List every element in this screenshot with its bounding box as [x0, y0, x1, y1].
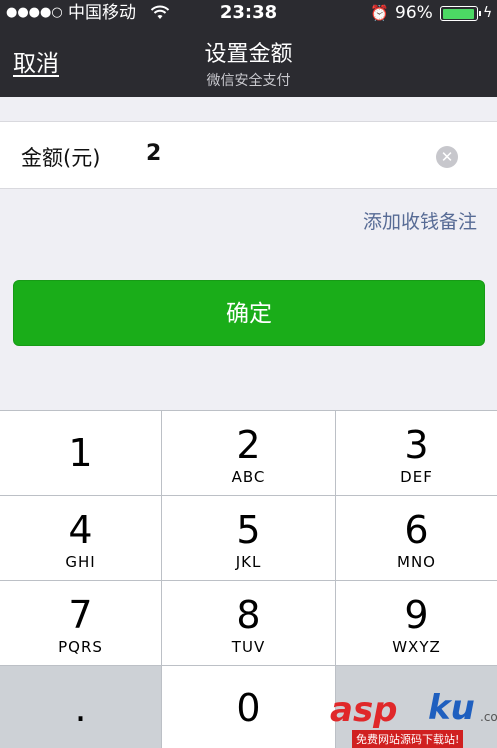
battery-percent: 96%	[395, 3, 433, 23]
clear-input-icon[interactable]: ✕	[436, 146, 458, 168]
key-letters: WXYZ	[392, 638, 441, 656]
key-digit: 4	[68, 508, 93, 552]
page-title: 设置金额	[204, 42, 293, 67]
key-letters: TUV	[231, 638, 266, 656]
key-8[interactable]: 8 TUV	[162, 581, 335, 665]
charging-icon: ϟ	[483, 5, 493, 21]
page-subtitle: 微信安全支付	[206, 73, 291, 89]
key-digit: 9	[404, 593, 429, 637]
key-0[interactable]: 0	[162, 666, 335, 748]
key-6[interactable]: 6 MNO	[336, 496, 497, 580]
key-digit: 3	[404, 423, 429, 467]
battery-tip	[479, 11, 481, 16]
key-letters: ABC	[231, 468, 266, 486]
key-letters: PQRS	[58, 638, 103, 656]
numeric-keypad: 1 2 ABC 3 DEF 4 GHI 5 JKL 6 MNO 7 PQRS 8…	[0, 410, 497, 748]
key-digit: 1	[68, 431, 93, 475]
status-bar: ●●●●○ 中国移动 23:38 ⏰ 96% ϟ	[0, 0, 497, 26]
key-4[interactable]: 4 GHI	[0, 496, 161, 580]
key-digit: 7	[68, 593, 93, 637]
key-digit: 8	[236, 593, 261, 637]
key-letters: GHI	[65, 553, 96, 571]
key-digit: 2	[236, 423, 261, 467]
key-7[interactable]: 7 PQRS	[0, 581, 161, 665]
top-bar: ●●●●○ 中国移动 23:38 ⏰ 96% ϟ 取消 设置金额 微信安全支付	[0, 0, 497, 97]
key-digit: 5	[236, 508, 261, 552]
amount-input[interactable]: 2	[146, 141, 161, 166]
add-remark-link[interactable]: 添加收钱备注	[363, 207, 477, 234]
battery-fill	[442, 8, 475, 19]
key-decimal-point[interactable]: .	[0, 666, 161, 748]
key-letters: JKL	[235, 553, 262, 571]
confirm-button[interactable]: 确定	[13, 280, 485, 346]
amount-input-row[interactable]: 金额(元) 2 ✕	[0, 121, 497, 189]
key-2[interactable]: 2 ABC	[162, 411, 335, 495]
key-9[interactable]: 9 WXYZ	[336, 581, 497, 665]
key-digit: 0	[236, 686, 261, 730]
key-1[interactable]: 1	[0, 411, 161, 495]
key-delete[interactable]	[336, 666, 497, 748]
key-3[interactable]: 3 DEF	[336, 411, 497, 495]
key-5[interactable]: 5 JKL	[162, 496, 335, 580]
amount-label: 金额(元)	[21, 146, 101, 170]
key-digit: .	[74, 686, 87, 730]
alarm-clock-icon: ⏰	[370, 4, 389, 22]
key-digit: 6	[404, 508, 429, 552]
key-letters: MNO	[397, 553, 436, 571]
battery-icon	[440, 6, 481, 21]
key-letters: DEF	[400, 468, 433, 486]
